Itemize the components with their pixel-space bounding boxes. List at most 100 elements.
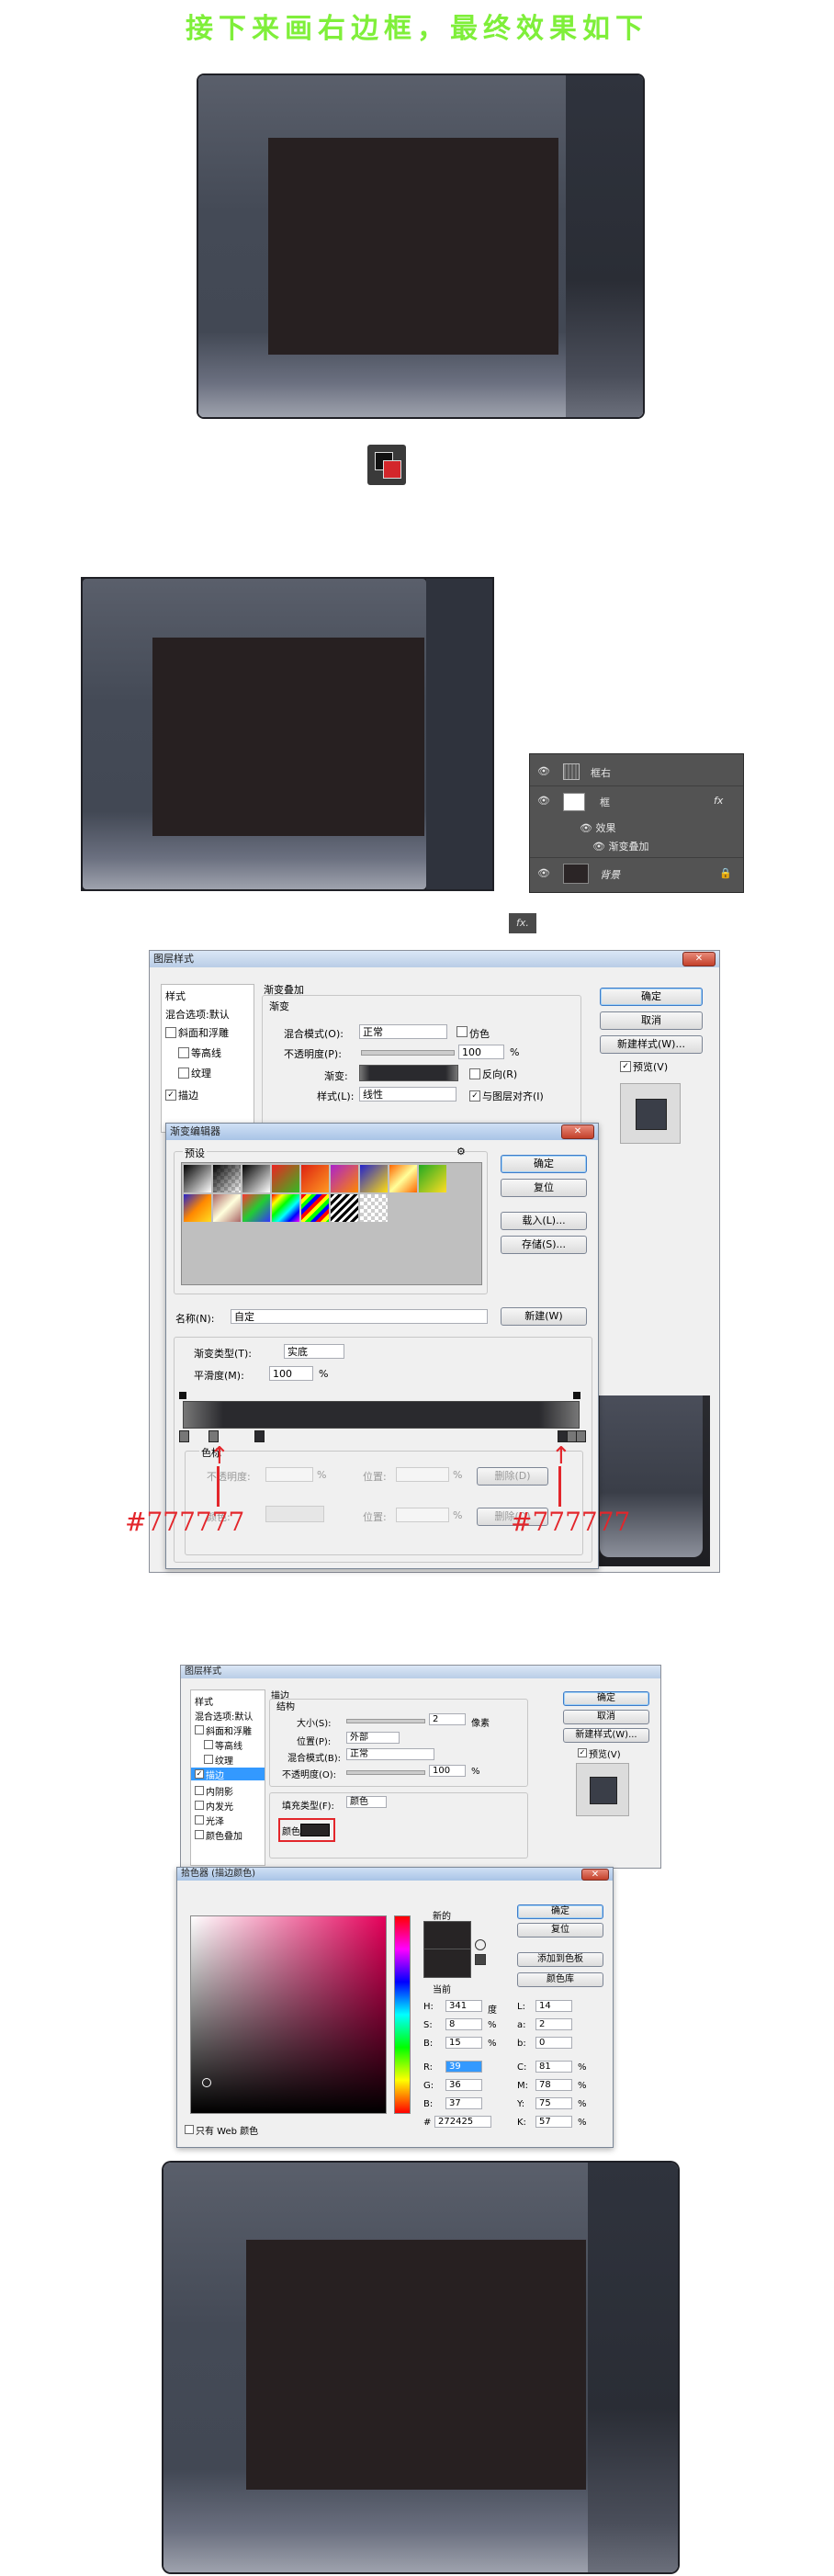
field-value[interactable]: 2 <box>535 2018 572 2030</box>
fx-icon[interactable]: fx <box>714 795 723 807</box>
save-button[interactable]: 存储(S)... <box>501 1236 587 1254</box>
blend-options-item[interactable]: 混合选项:默认 <box>165 1007 230 1022</box>
field-value[interactable]: 14 <box>535 2000 572 2012</box>
smoothness-input[interactable]: 100 <box>269 1366 313 1381</box>
opacity-slider[interactable] <box>361 1050 455 1056</box>
styles-header[interactable]: 样式 <box>165 989 186 1003</box>
stroke-checkbox[interactable]: ✓ <box>165 1090 176 1101</box>
field-value[interactable]: 75 <box>535 2097 572 2109</box>
fx-badge[interactable]: fx. <box>509 913 536 933</box>
inner-glow-checkbox[interactable] <box>195 1801 204 1810</box>
eye-icon[interactable]: 👁 <box>580 822 595 834</box>
stroke-color-swatch[interactable] <box>300 1824 330 1836</box>
gradient-bar[interactable] <box>183 1401 580 1429</box>
inner-shadow-checkbox[interactable] <box>195 1786 204 1795</box>
preset-swatch[interactable] <box>360 1165 388 1192</box>
hue-slider[interactable] <box>394 1915 411 2114</box>
eye-icon[interactable]: 👁 <box>592 841 608 853</box>
color-overlay-item[interactable]: 颜色叠加 <box>206 1828 242 1842</box>
color-swatch-icon[interactable] <box>367 445 406 485</box>
opacity-input[interactable]: 100 <box>458 1045 504 1059</box>
stop-location-input-2[interactable] <box>396 1508 449 1522</box>
close-button[interactable]: ✕ <box>682 952 716 966</box>
field-value[interactable]: 39 <box>445 2061 482 2073</box>
stop-location-input[interactable] <box>396 1467 449 1482</box>
field-value[interactable]: 0 <box>535 2037 572 2049</box>
hex-input[interactable]: 272425 <box>434 2116 491 2128</box>
ok-button[interactable]: 确定 <box>600 988 703 1006</box>
satin-item[interactable]: 光泽 <box>206 1813 224 1827</box>
reset-button[interactable]: 复位 <box>501 1179 587 1197</box>
field-value[interactable]: 341 <box>445 2000 482 2012</box>
field-value[interactable]: 78 <box>535 2079 572 2091</box>
blend-options-item[interactable]: 混合选项:默认 <box>195 1709 253 1723</box>
cancel-button[interactable]: 取消 <box>600 1011 703 1030</box>
bevel-checkbox[interactable] <box>165 1027 176 1038</box>
texture-checkbox[interactable] <box>204 1755 213 1764</box>
web-only-checkbox[interactable] <box>185 2125 194 2134</box>
color-libraries-button[interactable]: 颜色库 <box>517 1972 603 1987</box>
close-button[interactable]: ✕ <box>581 1869 609 1881</box>
contour-checkbox[interactable] <box>178 1047 189 1058</box>
cancel-button[interactable]: 取消 <box>563 1710 649 1724</box>
contour-item[interactable]: 等高线 <box>191 1045 221 1060</box>
position-select[interactable]: 外部 <box>346 1732 400 1744</box>
delete-stop-button[interactable]: 删除(D) <box>477 1467 548 1486</box>
name-input[interactable]: 自定 <box>231 1309 488 1324</box>
color-stop[interactable] <box>179 1430 189 1442</box>
opacity-input[interactable]: 100 <box>429 1765 466 1777</box>
stroke-item[interactable]: 描边 <box>178 1088 198 1102</box>
new-style-button[interactable]: 新建样式(W)... <box>600 1035 703 1054</box>
eye-icon[interactable]: 👁 <box>537 867 550 879</box>
stroke-item[interactable]: 描边 <box>206 1768 224 1781</box>
contour-checkbox[interactable] <box>204 1740 213 1749</box>
eye-icon[interactable]: 👁 <box>537 795 550 807</box>
size-input[interactable]: 2 <box>429 1713 466 1725</box>
new-style-button[interactable]: 新建样式(W)... <box>563 1728 649 1743</box>
stop-opacity-input[interactable] <box>265 1467 313 1482</box>
gamut-warning-icon[interactable] <box>475 1939 486 1950</box>
preset-swatch[interactable] <box>242 1194 270 1222</box>
current-color-swatch[interactable] <box>423 1949 471 1978</box>
preview-checkbox[interactable]: ✓ <box>578 1748 587 1757</box>
field-value[interactable]: 81 <box>535 2061 572 2073</box>
satin-checkbox[interactable] <box>195 1815 204 1825</box>
stop-color-swatch[interactable] <box>265 1506 324 1522</box>
preset-swatch[interactable] <box>301 1194 329 1222</box>
preset-swatch[interactable] <box>184 1194 211 1222</box>
preset-swatch[interactable] <box>389 1165 417 1192</box>
layer-row[interactable]: 👁 框右 <box>530 758 743 786</box>
bevel-item[interactable]: 斜面和浮雕 <box>206 1723 252 1737</box>
fill-type-select[interactable]: 颜色 <box>346 1796 387 1808</box>
field-value[interactable]: 36 <box>445 2079 482 2091</box>
gradient-type-select[interactable]: 实底 <box>284 1344 344 1359</box>
dither-checkbox[interactable] <box>456 1026 468 1037</box>
ok-button[interactable]: 确定 <box>563 1691 649 1706</box>
field-value[interactable]: 57 <box>535 2116 572 2128</box>
effect-row[interactable]: 👁 渐变叠加 <box>592 839 648 853</box>
color-stop[interactable] <box>254 1430 265 1442</box>
gear-icon[interactable]: ⚙ <box>456 1146 466 1158</box>
color-overlay-checkbox[interactable] <box>195 1830 204 1839</box>
field-value[interactable]: 8 <box>445 2018 482 2030</box>
preset-swatch[interactable] <box>331 1194 358 1222</box>
opacity-stop-left[interactable] <box>179 1392 186 1399</box>
preset-swatch[interactable] <box>272 1165 299 1192</box>
opacity-slider[interactable] <box>346 1770 425 1775</box>
field-value[interactable]: 15 <box>445 2037 482 2049</box>
bevel-checkbox[interactable] <box>195 1725 204 1734</box>
stroke-checkbox[interactable]: ✓ <box>195 1769 204 1779</box>
texture-checkbox[interactable] <box>178 1068 189 1079</box>
color-cursor[interactable] <box>202 2078 211 2087</box>
close-button[interactable]: ✕ <box>561 1124 594 1139</box>
blend-mode-select[interactable]: 正常 <box>346 1748 434 1760</box>
preset-swatch[interactable] <box>184 1165 211 1192</box>
color-stop[interactable] <box>576 1430 586 1442</box>
eye-icon[interactable]: 👁 <box>537 765 550 777</box>
reverse-checkbox[interactable] <box>469 1068 480 1079</box>
web-safe-icon[interactable] <box>475 1954 486 1965</box>
ok-button[interactable]: 确定 <box>501 1155 587 1173</box>
preset-swatch[interactable] <box>213 1165 241 1192</box>
effects-row[interactable]: 👁 效果 <box>580 820 615 835</box>
field-value[interactable]: 37 <box>445 2097 482 2109</box>
